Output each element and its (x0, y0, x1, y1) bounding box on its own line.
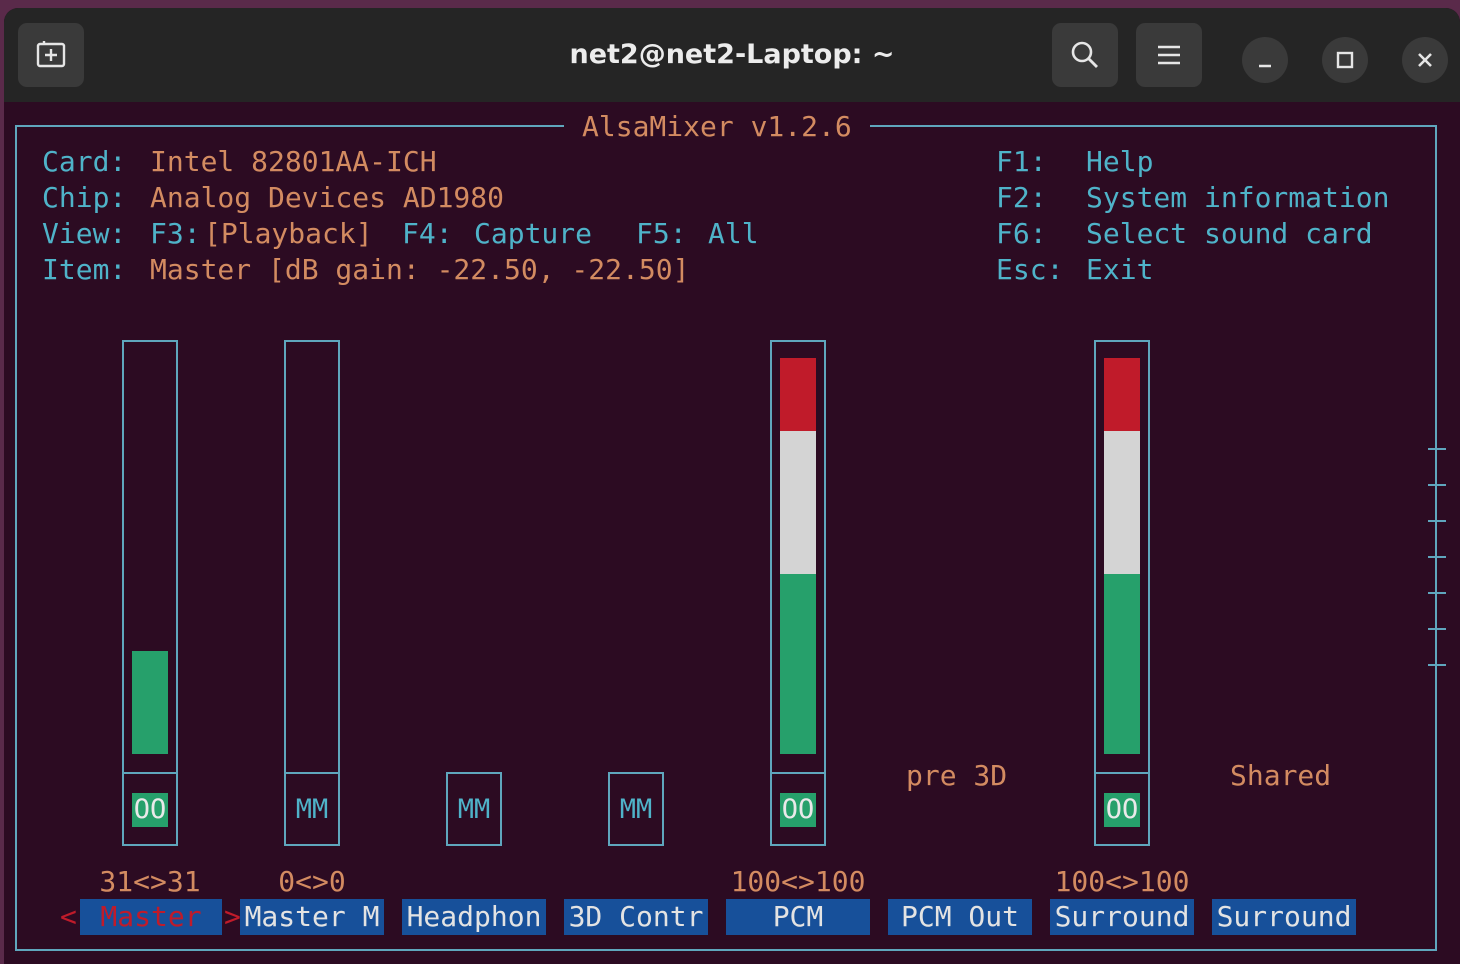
pcm-level-green (780, 573, 816, 754)
selected-left-arrow: < (60, 900, 77, 933)
search-icon (1071, 41, 1098, 68)
surround-level-white (1104, 431, 1140, 574)
help-f1-key: F1: (996, 145, 1047, 178)
item-label: Item: (42, 253, 127, 286)
selected-right-arrow: > (224, 900, 241, 933)
master-mono-volume-gauge[interactable] (284, 340, 340, 846)
master-mono-mute-indicator[interactable]: MM (294, 793, 330, 827)
close-icon (1418, 53, 1432, 67)
title-bar: net2@net2-Laptop: ~ (4, 8, 1460, 102)
card-value: Intel 82801AA-ICH (150, 145, 437, 178)
control-label-surround-shared[interactable]: Surround (1212, 899, 1356, 935)
help-f6-key: F6: (996, 217, 1047, 250)
3d-control-mute-indicator[interactable]: MM (618, 793, 654, 827)
chip-value: Analog Devices AD1980 (150, 181, 505, 214)
view-capture-option[interactable]: Capture (474, 217, 592, 251)
scroll-indicator-mark (1428, 520, 1446, 522)
view-f5-key: F5: (636, 217, 687, 250)
gauge-divider (284, 772, 340, 774)
card-label: Card: (42, 145, 127, 178)
maximize-button[interactable] (1322, 37, 1368, 83)
item-value: Master [dB gain: -22.50, -22.50] (150, 253, 690, 286)
control-label-3d-control[interactable]: 3D Contr (564, 899, 708, 935)
master-level-bar (132, 651, 168, 754)
hamburger-menu-icon (1158, 45, 1180, 65)
control-label-pcm[interactable]: PCM (726, 899, 870, 935)
chip-label: Chip: (42, 181, 127, 214)
pcm-mute-indicator[interactable]: OO (780, 793, 816, 827)
headphone-mute-indicator[interactable]: MM (456, 793, 492, 827)
view-playback-option[interactable]: [Playback] (204, 217, 373, 251)
gauge-divider (122, 772, 178, 774)
pcm-out-enum-value[interactable]: pre 3D (906, 759, 1007, 793)
control-label-surround[interactable]: Surround (1050, 899, 1194, 935)
terminal-window: net2@net2-Laptop: ~ AlsaMixer v1.2.6 Car… (4, 8, 1460, 964)
gauge-divider (770, 772, 826, 774)
pcm-value: 100<>100 (730, 865, 866, 898)
control-label-headphone[interactable]: Headphon (402, 899, 546, 935)
control-label-master[interactable]: Master (80, 899, 222, 935)
help-esc-key: Esc: (996, 253, 1064, 286)
help-f6-text: Select sound card (1086, 217, 1373, 250)
scroll-indicator-mark (1428, 556, 1446, 558)
help-f2-key: F2: (996, 181, 1047, 214)
surround-mute-indicator[interactable]: OO (1104, 793, 1140, 827)
help-f2-text: System information (1086, 181, 1390, 214)
scroll-indicator-mark (1428, 664, 1446, 666)
master-value: 31<>31 (99, 865, 201, 898)
scroll-indicator-mark (1428, 592, 1446, 594)
scroll-indicator-mark (1428, 448, 1446, 450)
close-button[interactable] (1402, 37, 1448, 83)
view-all-option[interactable]: All (708, 217, 759, 251)
search-button[interactable] (1052, 23, 1118, 87)
surround-value: 100<>100 (1054, 865, 1190, 898)
minimize-button[interactable] (1242, 37, 1288, 83)
menu-button[interactable] (1136, 23, 1202, 87)
gauge-divider (1094, 772, 1150, 774)
scroll-indicator-mark (1428, 628, 1446, 630)
help-f1-text: Help (1086, 145, 1154, 178)
master-volume-gauge[interactable] (122, 340, 178, 846)
help-esc-text: Exit (1086, 253, 1154, 286)
maximize-icon (1336, 51, 1354, 69)
surround-shared-enum-value[interactable]: Shared (1230, 759, 1331, 793)
pcm-level-red (780, 358, 816, 432)
view-f4-key: F4: (402, 217, 453, 250)
master-mono-value: 0<>0 (278, 865, 346, 898)
master-mute-indicator[interactable]: OO (132, 793, 168, 827)
control-label-master-mono[interactable]: Master M (240, 899, 384, 935)
surround-level-green (1104, 573, 1140, 754)
view-f3-key: F3: (150, 217, 201, 250)
pcm-level-white (780, 431, 816, 574)
view-label: View: (42, 217, 127, 250)
control-label-pcm-out[interactable]: PCM Out (888, 899, 1032, 935)
surround-level-red (1104, 358, 1140, 432)
terminal-content[interactable]: AlsaMixer v1.2.6 Card: Intel 82801AA-ICH… (4, 102, 1460, 964)
app-title: AlsaMixer v1.2.6 (564, 110, 870, 144)
scroll-indicator-mark (1428, 484, 1446, 486)
minimize-icon (1259, 64, 1271, 68)
